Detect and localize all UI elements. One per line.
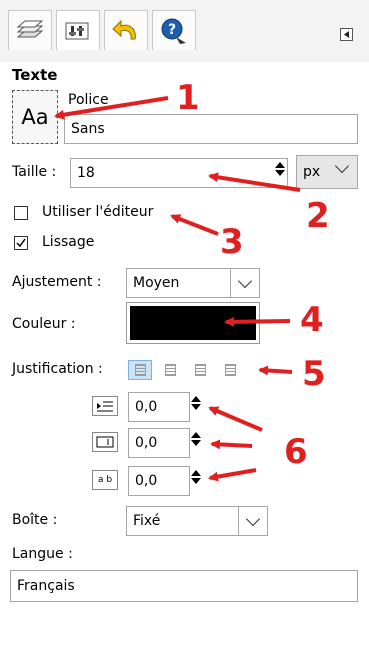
arrow-4	[224, 316, 291, 327]
arrow-6a	[208, 406, 263, 432]
annotation-6: 6	[284, 432, 308, 472]
arrow-6c	[208, 468, 257, 482]
arrow-6b	[210, 439, 253, 450]
annotation-4: 4	[300, 300, 324, 340]
annotation-1: 1	[176, 78, 200, 118]
arrow-1	[54, 96, 169, 120]
arrow-5	[258, 365, 293, 376]
arrow-2	[208, 172, 301, 192]
annotation-5: 5	[302, 354, 326, 394]
arrow-3	[170, 214, 219, 236]
annotation-2: 2	[306, 196, 330, 236]
annotation-3: 3	[220, 222, 244, 262]
